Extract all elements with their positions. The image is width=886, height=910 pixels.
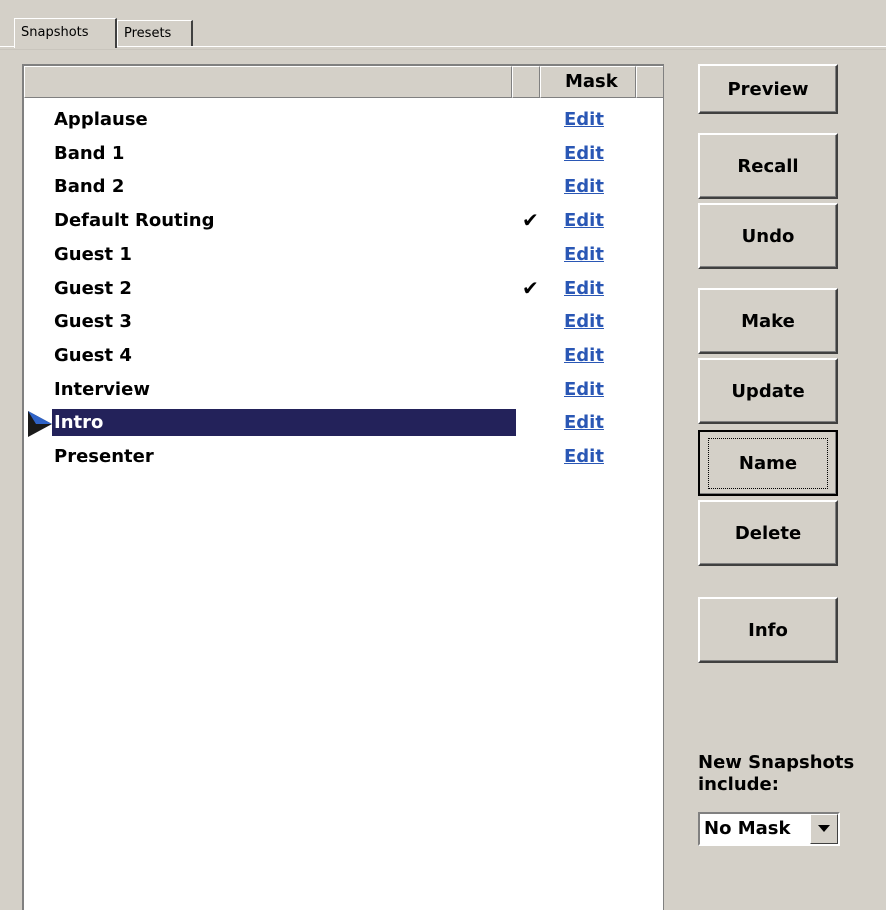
edit-mask-link[interactable]: Edit [564,308,604,335]
header-check-column[interactable] [512,66,540,98]
snapshot-row[interactable]: Guest 2 ✔ Edit [24,271,663,305]
mask-dropdown[interactable]: No Mask [698,812,840,846]
snapshot-name[interactable]: Guest 3 [34,308,496,335]
snapshot-name[interactable]: Intro [52,409,516,437]
edit-mask-link[interactable]: Edit [564,409,604,436]
edit-mask-link[interactable]: Edit [564,106,604,133]
snapshot-name[interactable]: Interview [34,376,496,403]
recall-button[interactable]: Recall [698,133,838,199]
edit-mask-link[interactable]: Edit [564,275,604,302]
info-button[interactable]: Info [698,597,838,663]
snapshot-name[interactable]: Default Routing [34,207,496,234]
recall-button-label: Recall [737,155,799,177]
snapshot-row[interactable]: Guest 1 Edit [24,237,663,271]
edit-mask-link[interactable]: Edit [564,342,604,369]
tab-divider [0,46,886,50]
new-snapshots-label: New Snapshots include: [698,752,855,795]
edit-mask-link[interactable]: Edit [564,173,604,200]
edit-mask-link[interactable]: Edit [564,443,604,470]
edit-mask-link[interactable]: Edit [564,140,604,167]
snapshot-name[interactable]: Band 1 [34,140,496,167]
header-name-column[interactable] [24,66,512,98]
dropdown-arrow-icon[interactable] [810,814,838,844]
name-button[interactable]: Name [698,430,838,496]
make-button-label: Make [741,310,795,332]
delete-button[interactable]: Delete [698,500,838,566]
header-mask-column[interactable]: Mask [540,66,636,98]
snapshot-name[interactable]: Guest 4 [34,342,496,369]
snapshot-row[interactable]: Applause Edit [24,102,663,136]
delete-button-label: Delete [734,522,802,544]
snapshot-name[interactable]: Band 2 [34,173,496,200]
tab-snapshots[interactable]: Snapshots [14,18,117,48]
name-button-label: Name [707,437,829,489]
tab-presets[interactable]: Presets [117,20,193,46]
snapshot-row[interactable]: Guest 4 Edit [24,338,663,372]
tab-strip: Snapshots Presets [0,0,886,50]
edit-mask-link[interactable]: Edit [564,207,604,234]
edit-mask-link[interactable]: Edit [564,241,604,268]
snapshot-list[interactable]: Mask Applause Edit Band 1 Edit Band 2 Edit Def… [22,64,664,910]
snapshot-row[interactable]: Intro Edit [24,405,663,439]
snapshot-row[interactable]: Guest 3 Edit [24,304,663,338]
undo-button-label: Undo [741,225,795,247]
snapshot-row[interactable]: Interview Edit [24,372,663,406]
snapshot-name[interactable]: Guest 2 [34,275,496,302]
snapshot-row[interactable]: Band 1 Edit [24,136,663,170]
mask-dropdown-value: No Mask [704,818,791,839]
update-button[interactable]: Update [698,358,838,424]
snapshot-name[interactable]: Applause [34,106,496,133]
make-button[interactable]: Make [698,288,838,354]
snapshot-name[interactable]: Presenter [34,443,496,470]
edit-mask-link[interactable]: Edit [564,376,604,403]
checkmark-icon: ✔ [522,275,539,300]
info-button-label: Info [748,619,788,641]
snapshot-name[interactable]: Guest 1 [34,241,496,268]
undo-button[interactable]: Undo [698,203,838,269]
snapshot-row[interactable]: Default Routing ✔ Edit [24,203,663,237]
preview-button-label: Preview [727,78,809,100]
update-button-label: Update [731,380,805,402]
header-filler [636,66,663,98]
snapshot-row[interactable]: Band 2 Edit [24,169,663,203]
checkmark-icon: ✔ [522,208,539,233]
list-header: Mask [24,66,663,98]
preview-button[interactable]: Preview [698,64,838,114]
snapshot-row[interactable]: Presenter Edit [24,439,663,473]
